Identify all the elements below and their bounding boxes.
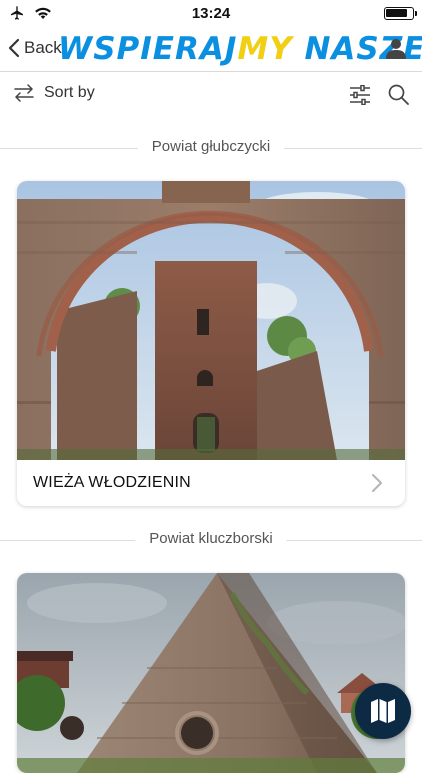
- attraction-photo: [17, 181, 405, 460]
- back-label: Back: [24, 38, 62, 57]
- search-button[interactable]: [388, 84, 409, 110]
- sliders-icon: [350, 84, 370, 106]
- status-bar: 13:24: [0, 0, 422, 26]
- nav-bar: Back WSPIERAJMY NASZE: [0, 26, 422, 72]
- attraction-photo: [17, 573, 405, 773]
- brand-text-1: WSPIERAJ: [58, 31, 238, 67]
- filter-button[interactable]: [349, 84, 371, 110]
- battery-icon: [384, 7, 417, 20]
- attraction-card[interactable]: [17, 573, 405, 773]
- map-button[interactable]: [355, 683, 411, 739]
- brand-text-accent: MY: [237, 31, 293, 67]
- sort-toolbar: Sort by: [0, 72, 422, 120]
- section-title: Powiat kluczborski: [135, 530, 287, 547]
- card-title: WIEŻA WŁODZIENIN: [33, 474, 191, 491]
- status-time: 13:24: [191, 5, 231, 22]
- sort-button[interactable]: Sort by: [12, 84, 95, 102]
- back-button[interactable]: Back: [8, 38, 62, 58]
- chevron-right-icon: [372, 474, 382, 492]
- sort-label: Sort by: [44, 84, 95, 101]
- user-icon: [386, 39, 406, 59]
- swap-arrows-icon: [14, 84, 34, 102]
- chevron-left-icon: [8, 38, 20, 58]
- search-icon: [388, 84, 409, 105]
- attraction-card[interactable]: WIEŻA WŁODZIENIN: [17, 181, 405, 506]
- brand-logo: WSPIERAJMY NASZE: [58, 31, 422, 67]
- battery-level: [386, 9, 407, 17]
- section-title: Powiat głubczycki: [137, 138, 285, 155]
- map-icon: [371, 699, 395, 723]
- user-button[interactable]: [386, 38, 406, 65]
- section-header: Powiat kluczborski: [0, 530, 422, 550]
- card-footer: WIEŻA WŁODZIENIN: [17, 460, 405, 506]
- section-header: Powiat głubczycki: [0, 138, 422, 158]
